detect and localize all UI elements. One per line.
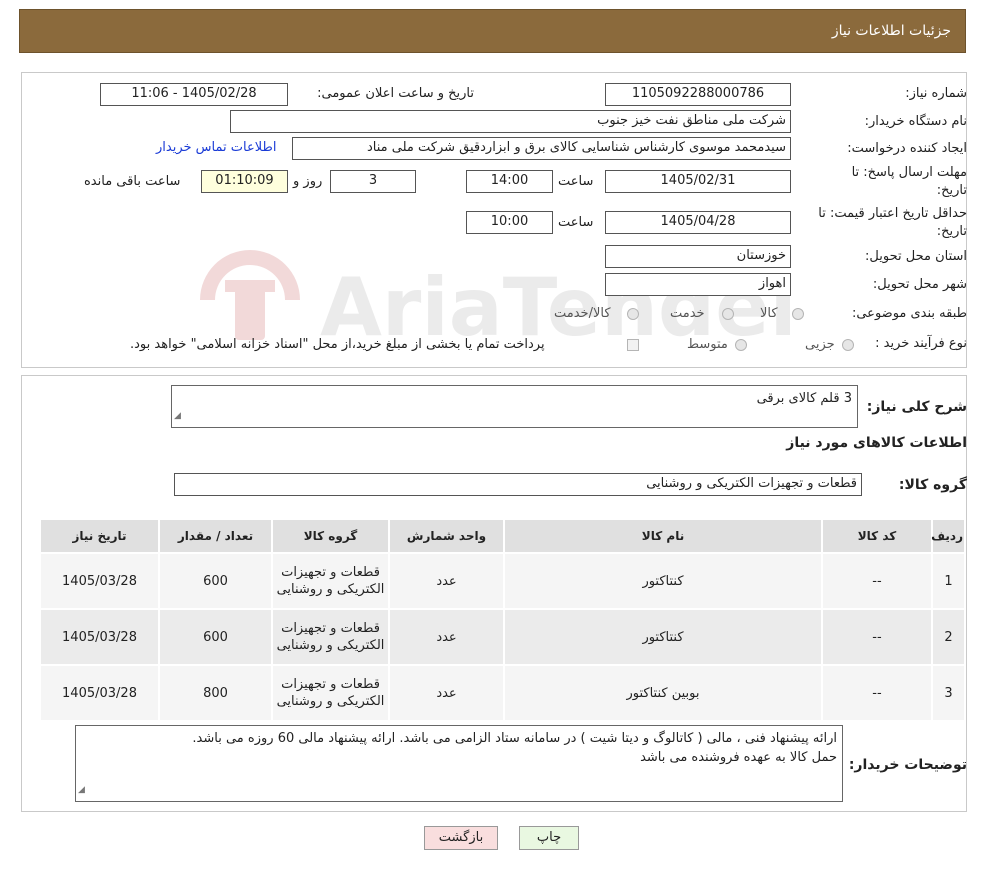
reply-time-field: 14:00 xyxy=(466,170,553,193)
cell-unit: عدد xyxy=(388,552,505,610)
col-header-need-date: تاریخ نیاز xyxy=(39,518,160,554)
col-header-goods-group: گروه کالا xyxy=(271,518,390,554)
price-validity-time-field: 10:00 xyxy=(466,211,553,234)
remaining-time-label: ساعت باقی مانده xyxy=(84,174,181,189)
need-number-label: شماره نیاز: xyxy=(905,86,967,101)
price-validity-date-field: 1405/04/28 xyxy=(605,211,791,234)
announce-datetime-label: تاریخ و ساعت اعلان عمومی: xyxy=(317,86,474,101)
summary-label: شرح کلی نیاز: xyxy=(866,399,967,415)
cell-row-number: 3 xyxy=(931,664,966,722)
buyer-notes-line-1: ارائه پیشنهاد فنی ، مالی ( کاتالوگ و دیت… xyxy=(192,731,837,746)
cell-item-name: بوبین کنتاکتور xyxy=(503,664,823,722)
cell-row-number: 2 xyxy=(931,608,966,666)
process-type-label: نوع فرآیند خرید : xyxy=(875,336,967,351)
category-service-label: خدمت xyxy=(670,306,705,321)
print-button[interactable]: چاپ xyxy=(519,826,579,850)
process-medium-radio[interactable] xyxy=(735,339,747,351)
summary-text: 3 قلم کالای برقی xyxy=(756,391,852,406)
buyer-contact-link[interactable]: اطلاعات تماس خریدار xyxy=(156,140,276,155)
goods-table: ردیف کد کالا نام کالا واحد شمارش گروه کا… xyxy=(39,518,966,722)
col-header-unit: واحد شمارش xyxy=(388,518,505,554)
table-row: 2 -- کنتاکتور عدد قطعات و تجهیزات الکتری… xyxy=(39,608,966,666)
days-count-field: 3 xyxy=(330,170,416,193)
category-goods-service-radio[interactable] xyxy=(627,308,639,320)
table-row: 1 -- کنتاکتور عدد قطعات و تجهیزات الکتری… xyxy=(39,552,966,610)
requester-label: ایجاد کننده درخواست: xyxy=(847,141,967,156)
category-goods-service-label: کالا/خدمت xyxy=(554,306,611,321)
reply-deadline-label-2: تاریخ: xyxy=(936,183,967,198)
cell-need-date: 1405/03/28 xyxy=(39,552,160,610)
category-goods-label: کالا xyxy=(760,306,778,321)
province-label: استان محل تحویل: xyxy=(865,249,967,264)
price-validity-label: حداقل تاریخ اعتبار قیمت: تا xyxy=(818,206,967,221)
cell-item-name: کنتاکتور xyxy=(503,608,823,666)
buyer-notes-line-2: حمل کالا به عهده فروشنده می باشد xyxy=(640,750,837,765)
province-field: خوزستان xyxy=(605,245,791,268)
table-header-row: ردیف کد کالا نام کالا واحد شمارش گروه کا… xyxy=(39,518,966,554)
cell-item-name: کنتاکتور xyxy=(503,552,823,610)
cell-goods-group: قطعات و تجهیزات الکتریکی و روشنایی xyxy=(271,608,390,666)
need-number-field: 1105092288000786 xyxy=(605,83,791,106)
category-service-radio[interactable] xyxy=(722,308,734,320)
cell-quantity: 600 xyxy=(158,552,273,610)
page-title: جزئیات اطلاعات نیاز xyxy=(831,23,951,39)
buyer-org-field: شرکت ملی مناطق نفت خیز جنوب xyxy=(230,110,791,133)
resize-grip-icon: ◢ xyxy=(78,785,85,795)
back-button[interactable]: بازگشت xyxy=(424,826,498,850)
reply-time-label: ساعت xyxy=(558,174,594,189)
cell-unit: عدد xyxy=(388,664,505,722)
cell-item-code: -- xyxy=(821,608,933,666)
process-medium-label: متوسط xyxy=(687,337,728,352)
col-header-item-name: نام کالا xyxy=(503,518,823,554)
cell-item-code: -- xyxy=(821,664,933,722)
col-header-row-number: ردیف xyxy=(931,518,966,554)
category-label: طبقه بندی موضوعی: xyxy=(851,306,967,321)
remaining-time-field: 01:10:09 xyxy=(201,170,288,193)
cell-quantity: 800 xyxy=(158,664,273,722)
city-label: شهر محل تحویل: xyxy=(872,277,967,292)
announce-datetime-field: 1405/02/28 - 11:06 xyxy=(100,83,288,106)
cell-need-date: 1405/03/28 xyxy=(39,608,160,666)
reply-date-field: 1405/02/31 xyxy=(605,170,791,193)
cell-quantity: 600 xyxy=(158,608,273,666)
process-minor-radio[interactable] xyxy=(842,339,854,351)
price-validity-label-2: تاریخ: xyxy=(936,224,967,239)
category-goods-radio[interactable] xyxy=(792,308,804,320)
resize-grip-icon: ◢ xyxy=(174,411,181,421)
price-validity-time-label: ساعت xyxy=(558,215,594,230)
goods-group-field: قطعات و تجهیزات الکتریکی و روشنایی xyxy=(174,473,862,496)
page-header: جزئیات اطلاعات نیاز xyxy=(19,9,966,53)
buyer-org-label: نام دستگاه خریدار: xyxy=(864,114,967,129)
buyer-notes-field: ارائه پیشنهاد فنی ، مالی ( کاتالوگ و دیت… xyxy=(75,725,843,802)
col-header-quantity: تعداد / مقدار xyxy=(158,518,273,554)
city-field: اهواز xyxy=(605,273,791,296)
buyer-notes-label: توضیحات خریدار: xyxy=(848,757,967,773)
cell-unit: عدد xyxy=(388,608,505,666)
cell-item-code: -- xyxy=(821,552,933,610)
table-row: 3 -- بوبین کنتاکتور عدد قطعات و تجهیزات … xyxy=(39,664,966,722)
goods-group-label: گروه کالا: xyxy=(898,477,967,493)
process-minor-label: جزیی xyxy=(805,337,835,352)
cell-row-number: 1 xyxy=(931,552,966,610)
requester-field: سیدمحمد موسوی کارشناس شناسایی کالای برق … xyxy=(292,137,791,160)
cell-goods-group: قطعات و تجهیزات الکتریکی و روشنایی xyxy=(271,664,390,722)
summary-field: 3 قلم کالای برقی ◢ xyxy=(171,385,858,428)
treasury-payment-checkbox[interactable] xyxy=(627,339,639,351)
col-header-item-code: کد کالا xyxy=(821,518,933,554)
treasury-payment-note: پرداخت تمام یا بخشی از مبلغ خرید،از محل … xyxy=(130,337,545,352)
reply-deadline-label: مهلت ارسال پاسخ: تا xyxy=(851,165,967,180)
goods-info-title: اطلاعات کالاهای مورد نیاز xyxy=(786,435,967,451)
days-label: روز و xyxy=(293,174,323,189)
cell-need-date: 1405/03/28 xyxy=(39,664,160,722)
cell-goods-group: قطعات و تجهیزات الکتریکی و روشنایی xyxy=(271,552,390,610)
